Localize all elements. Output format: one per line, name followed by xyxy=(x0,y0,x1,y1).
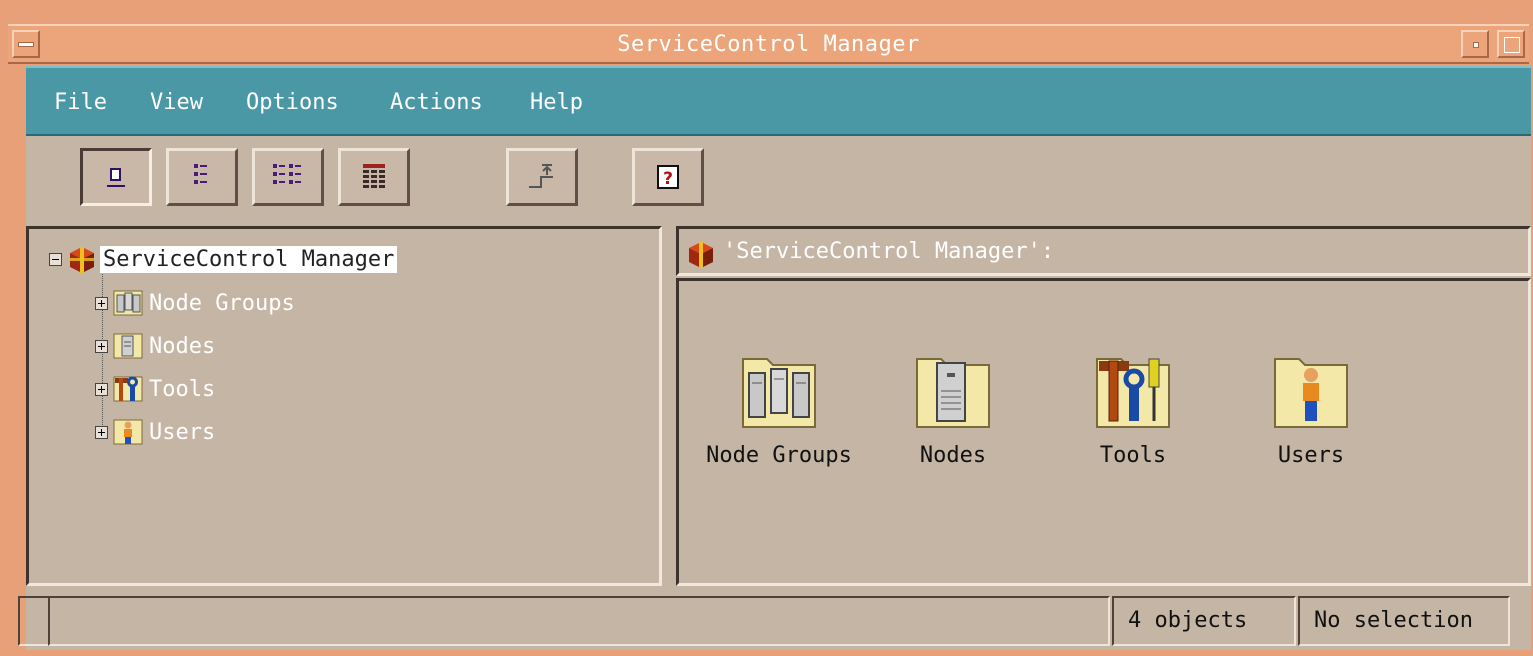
help-button[interactable]: ? xyxy=(632,148,704,206)
content-item-users[interactable]: Users xyxy=(1221,351,1401,468)
tree-item-label: Users xyxy=(149,419,216,445)
tree-pane[interactable]: ServiceControl Manager Node Groups Nodes xyxy=(26,226,662,586)
expand-toggle[interactable] xyxy=(95,339,108,353)
status-object-count: 4 objects xyxy=(1112,596,1296,646)
large-icons-view-icon xyxy=(107,168,125,187)
help-icon: ? xyxy=(657,165,679,189)
content-header: 'ServiceControl Manager': xyxy=(676,226,1531,276)
tree-item-root[interactable]: ServiceControl Manager xyxy=(49,241,398,277)
node-groups-icon xyxy=(742,358,816,428)
tree-item-label: ServiceControl Manager xyxy=(100,245,398,273)
svg-text:?: ? xyxy=(663,169,673,189)
content-item-node-groups[interactable]: Node Groups xyxy=(689,351,869,468)
menu-file[interactable]: File xyxy=(50,88,111,117)
menu-options[interactable]: Options xyxy=(242,88,343,117)
content-item-tools[interactable]: Tools xyxy=(1043,351,1223,468)
up-one-level-button[interactable] xyxy=(506,148,578,206)
expand-toggle[interactable] xyxy=(95,425,108,439)
content-item-nodes[interactable]: Nodes xyxy=(863,351,1043,468)
content-header-title: 'ServiceControl Manager': xyxy=(723,239,1055,264)
expand-toggle[interactable] xyxy=(95,296,108,310)
users-icon xyxy=(113,419,143,445)
title-bar[interactable]: ServiceControl Manager xyxy=(8,24,1529,64)
small-icons-view-button[interactable] xyxy=(166,148,238,206)
collapse-toggle[interactable] xyxy=(49,252,62,266)
content-item-label: Node Groups xyxy=(706,443,852,468)
users-icon xyxy=(1274,358,1348,428)
window-title: ServiceControl Manager xyxy=(617,32,920,57)
tree-item-users[interactable]: Users xyxy=(95,414,218,450)
menu-actions[interactable]: Actions xyxy=(386,88,487,117)
menu-bar: File View Options Actions Help xyxy=(26,66,1531,136)
tree-item-tools[interactable]: Tools xyxy=(95,371,218,407)
tree-item-nodes[interactable]: Nodes xyxy=(95,328,218,364)
nodes-icon xyxy=(113,333,143,359)
list-view-icon xyxy=(273,164,301,184)
content-pane[interactable]: Node Groups Nodes Tools Users xyxy=(676,278,1531,586)
content-item-label: Nodes xyxy=(919,443,987,468)
list-view-button[interactable] xyxy=(252,148,324,206)
package-icon xyxy=(689,242,713,268)
tree-item-node-groups[interactable]: Node Groups xyxy=(95,285,298,321)
menu-help[interactable]: Help xyxy=(526,88,587,117)
tools-icon xyxy=(113,376,143,402)
tree-item-label: Node Groups xyxy=(149,290,295,316)
menu-view[interactable]: View xyxy=(146,88,207,117)
nodes-icon xyxy=(916,358,990,428)
package-icon xyxy=(70,247,94,273)
toolbar: ? xyxy=(26,136,1531,218)
node-groups-icon xyxy=(113,290,143,316)
large-icons-view-button[interactable] xyxy=(80,148,152,206)
small-icons-view-icon xyxy=(194,164,207,184)
status-grip xyxy=(18,596,50,646)
status-bar: 4 objects No selection xyxy=(18,592,1531,650)
minimize-button[interactable] xyxy=(1461,30,1489,58)
details-view-button[interactable] xyxy=(338,148,410,206)
status-selection: No selection xyxy=(1298,596,1510,646)
content-item-label: Tools xyxy=(1099,443,1167,468)
tools-icon xyxy=(1096,358,1170,428)
client-area: File View Options Actions Help ? Service… xyxy=(18,66,1531,650)
expand-toggle[interactable] xyxy=(95,382,108,396)
status-message xyxy=(48,596,1110,646)
up-one-level-icon xyxy=(529,164,553,188)
tree-item-label: Nodes xyxy=(149,333,216,359)
maximize-button[interactable] xyxy=(1497,30,1525,58)
content-item-label: Users xyxy=(1277,443,1345,468)
details-view-icon xyxy=(363,164,385,188)
tree-item-label: Tools xyxy=(149,376,216,402)
